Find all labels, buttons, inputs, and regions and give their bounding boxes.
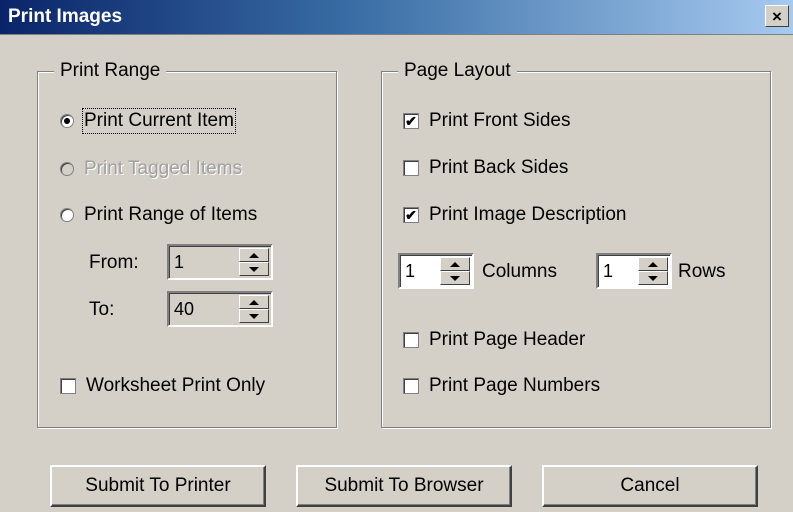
to-value[interactable]: 40 xyxy=(174,299,194,320)
print-range-legend: Print Range xyxy=(54,60,167,82)
page-layout-legend: Page Layout xyxy=(398,60,517,82)
checkbox-print-image-description[interactable]: ✔ Print Image Description xyxy=(403,202,626,228)
checkmark-icon: ✔ xyxy=(405,207,417,223)
spin-up-arrow-icon xyxy=(648,261,658,267)
image-description-checkbox[interactable]: ✔ xyxy=(403,207,419,223)
radio-print-current-item[interactable]: Print Current Item xyxy=(60,108,236,134)
spin-up-arrow-icon xyxy=(450,261,460,267)
page-header-checkbox[interactable] xyxy=(403,332,419,348)
spin-down-arrow-icon xyxy=(648,275,658,281)
checkbox-print-page-numbers[interactable]: Print Page Numbers xyxy=(403,373,600,399)
submit-to-printer-label: Submit To Printer xyxy=(85,475,231,496)
radio-current-indicator[interactable] xyxy=(60,114,74,128)
worksheet-only-checkbox[interactable] xyxy=(60,378,76,394)
rows-value[interactable]: 1 xyxy=(603,261,613,282)
spin-down-arrow-icon xyxy=(450,275,460,281)
rows-spin-down-button[interactable] xyxy=(638,271,668,285)
from-spin-up-button[interactable] xyxy=(239,248,269,262)
spin-down-arrow-icon xyxy=(249,266,259,272)
cancel-label: Cancel xyxy=(620,475,680,496)
rows-spin-up-button[interactable] xyxy=(638,257,668,271)
radio-tagged-label: Print Tagged Items xyxy=(84,158,243,179)
spin-up-arrow-icon xyxy=(249,252,259,258)
radio-print-tagged-items: Print Tagged Items xyxy=(60,156,242,182)
rows-label: Rows xyxy=(678,261,726,282)
submit-to-browser-button[interactable]: Submit To Browser xyxy=(296,465,512,507)
spin-down-arrow-icon xyxy=(249,313,259,319)
radio-print-range-of-items[interactable]: Print Range of Items xyxy=(60,202,257,228)
checkbox-print-page-header[interactable]: Print Page Header xyxy=(403,327,585,353)
columns-label: Columns xyxy=(482,261,557,282)
cancel-button[interactable]: Cancel xyxy=(542,465,758,507)
radio-tagged-indicator xyxy=(60,162,74,176)
columns-spin-up-button[interactable] xyxy=(440,257,470,271)
radio-selected-dot xyxy=(64,118,70,124)
columns-spin-down-button[interactable] xyxy=(440,271,470,285)
submit-to-printer-button[interactable]: Submit To Printer xyxy=(50,465,266,507)
to-spinner[interactable]: 40 xyxy=(167,291,273,327)
to-spin-up-button[interactable] xyxy=(239,295,269,309)
close-icon: × xyxy=(772,6,782,26)
page-numbers-label: Print Page Numbers xyxy=(429,375,601,396)
radio-current-label: Print Current Item xyxy=(82,108,236,134)
checkmark-icon: ✔ xyxy=(405,113,417,129)
columns-spinner[interactable]: 1 xyxy=(398,253,474,289)
back-sides-checkbox[interactable] xyxy=(403,160,419,176)
window-title: Print Images xyxy=(8,6,123,27)
radio-range-indicator[interactable] xyxy=(60,208,74,222)
front-sides-checkbox[interactable]: ✔ xyxy=(403,113,419,129)
to-label: To: xyxy=(89,299,115,320)
close-button[interactable]: × xyxy=(765,5,789,27)
rows-spinner[interactable]: 1 xyxy=(596,253,672,289)
image-description-label: Print Image Description xyxy=(429,204,627,225)
checkbox-print-back-sides[interactable]: Print Back Sides xyxy=(403,155,568,181)
to-spin-down-button[interactable] xyxy=(239,309,269,323)
columns-value[interactable]: 1 xyxy=(405,261,415,282)
front-sides-label: Print Front Sides xyxy=(429,110,571,131)
from-label: From: xyxy=(89,252,139,273)
from-spinner[interactable]: 1 xyxy=(167,244,273,280)
submit-to-browser-label: Submit To Browser xyxy=(324,475,484,496)
spin-up-arrow-icon xyxy=(249,299,259,305)
checkbox-print-front-sides[interactable]: ✔ Print Front Sides xyxy=(403,108,571,134)
from-spin-down-button[interactable] xyxy=(239,262,269,276)
back-sides-label: Print Back Sides xyxy=(429,157,569,178)
checkbox-worksheet-print-only[interactable]: Worksheet Print Only xyxy=(60,373,265,399)
radio-range-label: Print Range of Items xyxy=(84,204,258,225)
worksheet-only-label: Worksheet Print Only xyxy=(86,375,266,396)
page-numbers-checkbox[interactable] xyxy=(403,378,419,394)
title-bar: Print Images × xyxy=(0,0,793,35)
page-header-label: Print Page Header xyxy=(429,329,586,350)
from-value[interactable]: 1 xyxy=(174,252,184,273)
